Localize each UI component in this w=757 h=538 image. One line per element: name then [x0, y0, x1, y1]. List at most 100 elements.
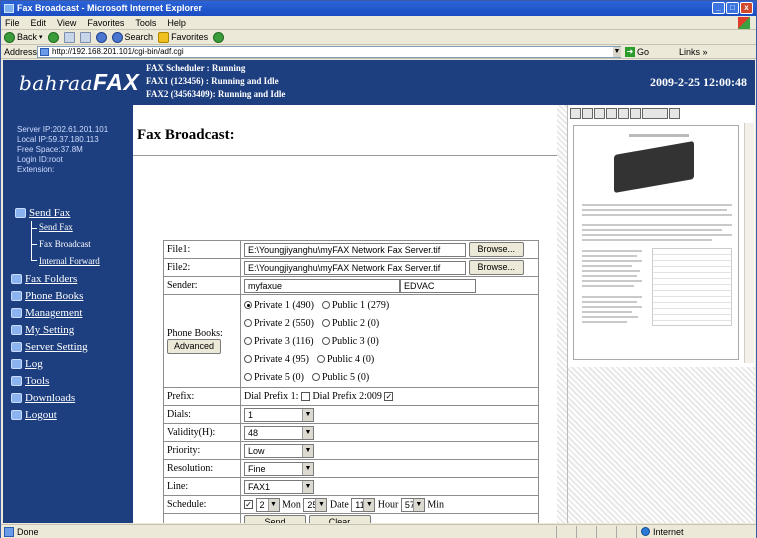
actions-empty — [163, 513, 241, 523]
menu-bar: File Edit View Favorites Tools Help — [1, 16, 756, 30]
nav-phone-books[interactable]: Phone Books — [11, 290, 83, 302]
nav-logout[interactable]: Logout — [11, 409, 57, 421]
nav-tools[interactable]: Tools — [11, 375, 49, 387]
nav-downloads[interactable]: Downloads — [11, 392, 75, 404]
rotate-icon[interactable] — [630, 108, 641, 119]
private-2-radio[interactable]: Private 2 (550) — [244, 318, 314, 329]
menu-tools[interactable]: Tools — [135, 18, 156, 28]
go-button[interactable]: ➜ Go — [625, 46, 661, 58]
refresh-button[interactable] — [79, 31, 91, 43]
nav-sub-internal-forward[interactable]: Internal Forward — [39, 256, 100, 266]
dial-prefix1-checkbox[interactable] — [300, 392, 310, 402]
nav-server-setting[interactable]: Server Setting — [11, 341, 88, 353]
public-2-radio[interactable]: Public 2 (0) — [322, 318, 379, 329]
history-button[interactable] — [213, 31, 225, 43]
ie-icon — [4, 4, 14, 13]
menu-favorites[interactable]: Favorites — [87, 18, 124, 28]
home-button[interactable] — [95, 31, 107, 43]
resolution-select[interactable]: Fine ▼ — [244, 461, 314, 476]
dials-value: 1 — [248, 409, 254, 420]
priority-select[interactable]: Low ▼ — [244, 443, 314, 458]
menu-file[interactable]: File — [5, 18, 20, 28]
schedule-month-select[interactable]: 2 ▼ — [255, 497, 280, 512]
row-validity: Validity(H): 48 ▼ — [163, 423, 539, 442]
nav-log-label: Log — [25, 358, 43, 370]
forward-button[interactable] — [47, 31, 59, 43]
stop-button[interactable] — [63, 31, 75, 43]
nav-log[interactable]: Log — [11, 358, 43, 370]
radio-icon — [244, 337, 252, 345]
file2-input[interactable]: E:\Youngjiyanghu\myFAX Network Fax Serve… — [244, 260, 466, 275]
private-1-radio[interactable]: Private 1 (490) — [244, 300, 314, 311]
schedule-checkbox[interactable]: ✓ — [244, 500, 253, 509]
row-phonebooks: Phone Books: Advanced Private 1 (490) Pub… — [163, 294, 539, 388]
status-fax2: FAX2 (34563409): Running and Idle — [146, 89, 286, 99]
dropdown-arrow-icon: ▼ — [302, 408, 313, 421]
schedule-label: Schedule: — [163, 495, 241, 514]
row-dials: Dials: 1 ▼ — [163, 405, 539, 424]
back-button[interactable]: Back ▾ — [4, 31, 43, 43]
schedule-min-select[interactable]: 57 ▼ — [400, 497, 425, 512]
address-input[interactable]: http://192.168.201.101/cgi-bin/adf.cgi — [37, 46, 621, 58]
private-3-radio[interactable]: Private 3 (116) — [244, 336, 314, 347]
menu-edit[interactable]: Edit — [31, 18, 47, 28]
public-3-radio[interactable]: Public 3 (0) — [321, 336, 379, 347]
file1-browse-button[interactable]: Browse... — [468, 242, 525, 257]
minimize-button[interactable]: _ — [712, 2, 725, 14]
nav-sub-fax-broadcast[interactable]: Fax Broadcast — [39, 239, 91, 249]
server-icon — [11, 342, 22, 352]
page-icon — [40, 48, 49, 56]
dials-select[interactable]: 1 ▼ — [244, 407, 314, 422]
schedule-hour-select[interactable]: 11 ▼ — [351, 497, 376, 512]
favorites-button[interactable]: Favorites — [158, 31, 208, 43]
file2-browse-button[interactable]: Browse... — [468, 260, 525, 275]
panel-divider[interactable] — [557, 105, 567, 523]
copy-icon[interactable] — [594, 108, 605, 119]
maximize-button[interactable]: □ — [726, 2, 739, 14]
advanced-button[interactable]: Advanced — [167, 339, 222, 354]
page-view-icon[interactable] — [606, 108, 617, 119]
nav-fax-folders[interactable]: Fax Folders — [11, 273, 77, 285]
clear-button[interactable]: Clear — [308, 515, 371, 523]
page-number-field[interactable] — [642, 108, 668, 119]
nav-send-fax[interactable]: Send Fax — [15, 207, 70, 219]
status-bar: Done Internet — [1, 524, 756, 538]
links-button[interactable]: Links » — [679, 46, 708, 58]
line-select[interactable]: FAX1 ▼ — [244, 479, 314, 494]
preview-scrollbar[interactable] — [744, 123, 754, 363]
save-icon[interactable] — [582, 108, 593, 119]
nav-my-setting[interactable]: My Setting — [11, 324, 74, 336]
validity-select[interactable]: 48 ▼ — [244, 425, 314, 440]
radio-icon — [322, 301, 330, 309]
private-5-radio[interactable]: Private 5 (0) — [244, 372, 304, 383]
schedule-min-label: Min — [427, 498, 445, 510]
dial-prefix2-checkbox[interactable]: ✓ — [384, 392, 394, 402]
status-fax1: FAX1 (123456) : Running and Idle — [146, 76, 279, 86]
address-dropdown[interactable]: ▼ — [613, 47, 621, 57]
nav-send-fax-label: Send Fax — [29, 207, 71, 219]
help-icon[interactable] — [669, 108, 680, 119]
public-5-radio[interactable]: Public 5 (0) — [312, 372, 369, 383]
public-1-radio[interactable]: Public 1 (279) — [322, 300, 389, 311]
schedule-date-select[interactable]: 25 ▼ — [303, 497, 328, 512]
public-5-label: Public 5 (0) — [322, 371, 370, 383]
public-4-radio[interactable]: Public 4 (0) — [317, 354, 374, 365]
file1-label: File1: — [163, 240, 241, 259]
sender-input-2[interactable]: EDVAC — [400, 278, 476, 293]
sender-input[interactable]: myfaxue — [244, 278, 400, 293]
private-4-radio[interactable]: Private 4 (95) — [244, 354, 309, 365]
address-bar: Address http://192.168.201.101/cgi-bin/a… — [1, 45, 756, 59]
login-id: Login ID:root — [17, 155, 63, 164]
nav-fax-folders-label: Fax Folders — [25, 273, 78, 285]
menu-help[interactable]: Help — [167, 18, 186, 28]
menu-view[interactable]: View — [57, 18, 76, 28]
close-button[interactable]: x — [740, 2, 753, 14]
search-button[interactable]: Search — [111, 31, 153, 43]
nav-sub-send-fax[interactable]: Send Fax — [39, 222, 73, 232]
print-icon[interactable] — [570, 108, 581, 119]
zoom-icon[interactable] — [618, 108, 629, 119]
send-button[interactable]: Send — [244, 515, 306, 523]
header-banner: bahraaFAX FAX Scheduler : Running FAX1 (… — [3, 60, 755, 105]
file1-input[interactable]: E:\Youngjiyanghu\myFAX Network Fax Serve… — [244, 242, 466, 257]
nav-management[interactable]: Management — [11, 307, 82, 319]
